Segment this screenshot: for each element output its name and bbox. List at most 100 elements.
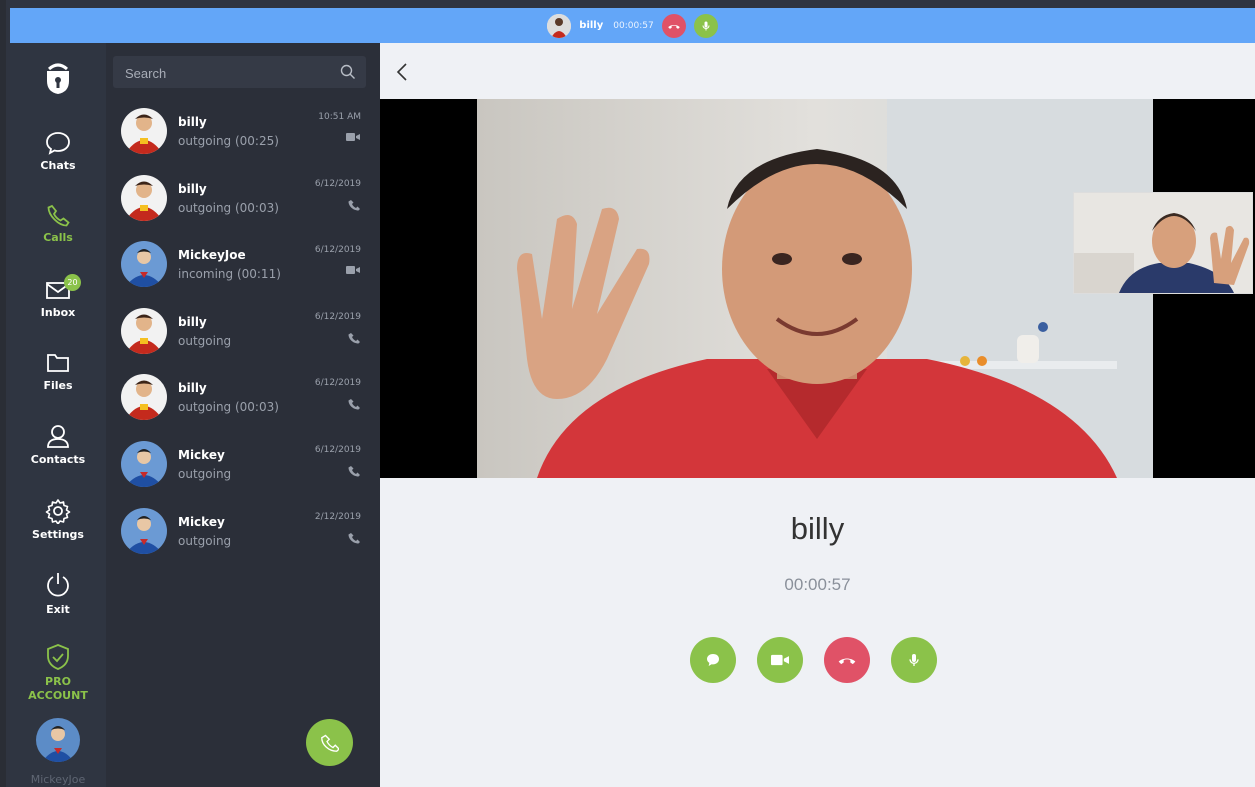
- nav-chats[interactable]: Chats: [10, 131, 106, 172]
- pro-label: PRO: [45, 675, 71, 688]
- nav-chats-label: Chats: [40, 159, 76, 172]
- remote-video: [380, 99, 1255, 478]
- remote-video-feed: [477, 99, 1153, 478]
- nav-contacts[interactable]: Contacts: [10, 423, 106, 466]
- hangup-icon: [667, 24, 680, 29]
- call-list-item[interactable]: billy outgoing (00:25) 10:51 AM: [106, 100, 380, 166]
- nav-files[interactable]: Files: [10, 351, 106, 392]
- call-date: 6/12/2019: [314, 179, 361, 189]
- search-input[interactable]: [113, 56, 337, 90]
- power-icon: [47, 573, 69, 597]
- new-call-button[interactable]: [306, 719, 353, 766]
- call-date: 6/12/2019: [314, 312, 361, 322]
- contact-avatar: [121, 508, 167, 554]
- topbar-hangup-button[interactable]: [661, 13, 686, 38]
- chat-bubble-icon: [46, 132, 70, 155]
- phone-icon: [47, 204, 70, 227]
- user-avatar[interactable]: [36, 718, 80, 762]
- topbar-mic-button[interactable]: [693, 13, 718, 38]
- microphone-icon: [909, 654, 919, 666]
- chat-bubble-icon: [707, 654, 719, 666]
- gear-icon: [45, 499, 71, 524]
- contact-name: billy: [178, 315, 207, 329]
- inbox-badge: 20: [64, 274, 81, 291]
- account-label: ACCOUNT: [28, 689, 88, 702]
- callee-name: billy: [790, 511, 845, 546]
- call-list-item[interactable]: Mickey outgoing 2/12/2019: [106, 500, 380, 566]
- call-controls: [690, 637, 937, 683]
- caller-avatar: [547, 13, 572, 38]
- call-status: outgoing: [178, 534, 232, 548]
- contact-name: billy: [178, 182, 207, 196]
- nav-calls[interactable]: Calls: [10, 203, 106, 244]
- call-history-panel: billy outgoing (00:25) 10:51 AM billy ou…: [106, 43, 380, 787]
- phone-icon: [348, 533, 360, 544]
- person-icon: [47, 425, 69, 448]
- chat-button[interactable]: [690, 637, 736, 683]
- contact-name: MickeyJoe: [178, 248, 246, 262]
- call-status: outgoing: [178, 334, 232, 348]
- call-list-item[interactable]: Mickey outgoing 6/12/2019: [106, 433, 380, 499]
- call-date: 6/12/2019: [314, 245, 361, 255]
- phone-icon: [348, 200, 360, 211]
- folder-icon: [47, 354, 69, 372]
- call-date: 10:51 AM: [318, 112, 361, 122]
- active-call-name: billy: [579, 20, 604, 31]
- main-navigation: Chats Calls 20 Inbox Files Contacts Sett…: [10, 43, 106, 787]
- call-status: outgoing (00:25): [178, 134, 279, 148]
- call-status: incoming (00:11): [178, 267, 281, 281]
- hangup-icon: [838, 658, 856, 665]
- call-list-item[interactable]: MickeyJoe incoming (00:11) 6/12/2019: [106, 233, 380, 299]
- search-icon[interactable]: [340, 64, 356, 80]
- contact-avatar: [121, 308, 167, 354]
- nav-exit-label: Exit: [46, 603, 70, 616]
- pro-account-badge[interactable]: PRO ACCOUNT: [10, 643, 106, 703]
- nav-files-label: Files: [43, 379, 73, 392]
- app-logo-icon: [43, 61, 73, 95]
- nav-calls-label: Calls: [43, 231, 73, 244]
- hangup-button[interactable]: [824, 637, 870, 683]
- nav-exit[interactable]: Exit: [10, 571, 106, 616]
- call-list-item[interactable]: billy outgoing (00:03) 6/12/2019: [106, 366, 380, 432]
- contact-name: billy: [178, 115, 207, 129]
- video-camera-icon: [346, 266, 360, 274]
- nav-inbox[interactable]: 20 Inbox: [10, 274, 106, 319]
- shield-check-icon: [47, 644, 69, 670]
- phone-icon: [348, 399, 360, 410]
- call-timer: 00:00:57: [784, 575, 851, 594]
- call-list-item[interactable]: billy outgoing (00:03) 6/12/2019: [106, 167, 380, 233]
- contact-name: Mickey: [178, 515, 225, 529]
- contact-avatar: [121, 108, 167, 154]
- call-list-item[interactable]: billy outgoing 6/12/2019: [106, 300, 380, 366]
- contact-avatar: [121, 441, 167, 487]
- contact-name: billy: [178, 381, 207, 395]
- call-date: 2/12/2019: [314, 512, 361, 522]
- call-status: outgoing (00:03): [178, 201, 279, 215]
- back-arrow-icon[interactable]: [396, 62, 408, 82]
- call-status: outgoing: [178, 467, 232, 481]
- nav-settings[interactable]: Settings: [10, 498, 106, 541]
- active-call-duration: 00:00:57: [613, 20, 654, 31]
- contact-avatar: [121, 241, 167, 287]
- local-video-preview[interactable]: [1073, 192, 1253, 294]
- phone-icon: [320, 734, 339, 752]
- contact-name: Mickey: [178, 448, 225, 462]
- contact-avatar: [121, 175, 167, 221]
- search-box: [113, 56, 366, 90]
- user-name: MickeyJoe: [30, 773, 86, 786]
- video-camera-icon: [346, 133, 360, 141]
- call-status: outgoing (00:03): [178, 400, 279, 414]
- nav-settings-label: Settings: [32, 528, 84, 541]
- phone-icon: [348, 466, 360, 477]
- active-call-bar[interactable]: billy 00:00:57: [10, 8, 1255, 43]
- nav-inbox-label: Inbox: [40, 306, 76, 319]
- nav-contacts-label: Contacts: [30, 453, 86, 466]
- phone-icon: [348, 333, 360, 344]
- call-date: 6/12/2019: [314, 378, 361, 388]
- microphone-icon: [702, 21, 710, 30]
- video-toggle-button[interactable]: [757, 637, 803, 683]
- contact-avatar: [121, 374, 167, 420]
- call-date: 6/12/2019: [314, 445, 361, 455]
- call-view: billy 00:00:57: [380, 43, 1255, 787]
- mute-button[interactable]: [891, 637, 937, 683]
